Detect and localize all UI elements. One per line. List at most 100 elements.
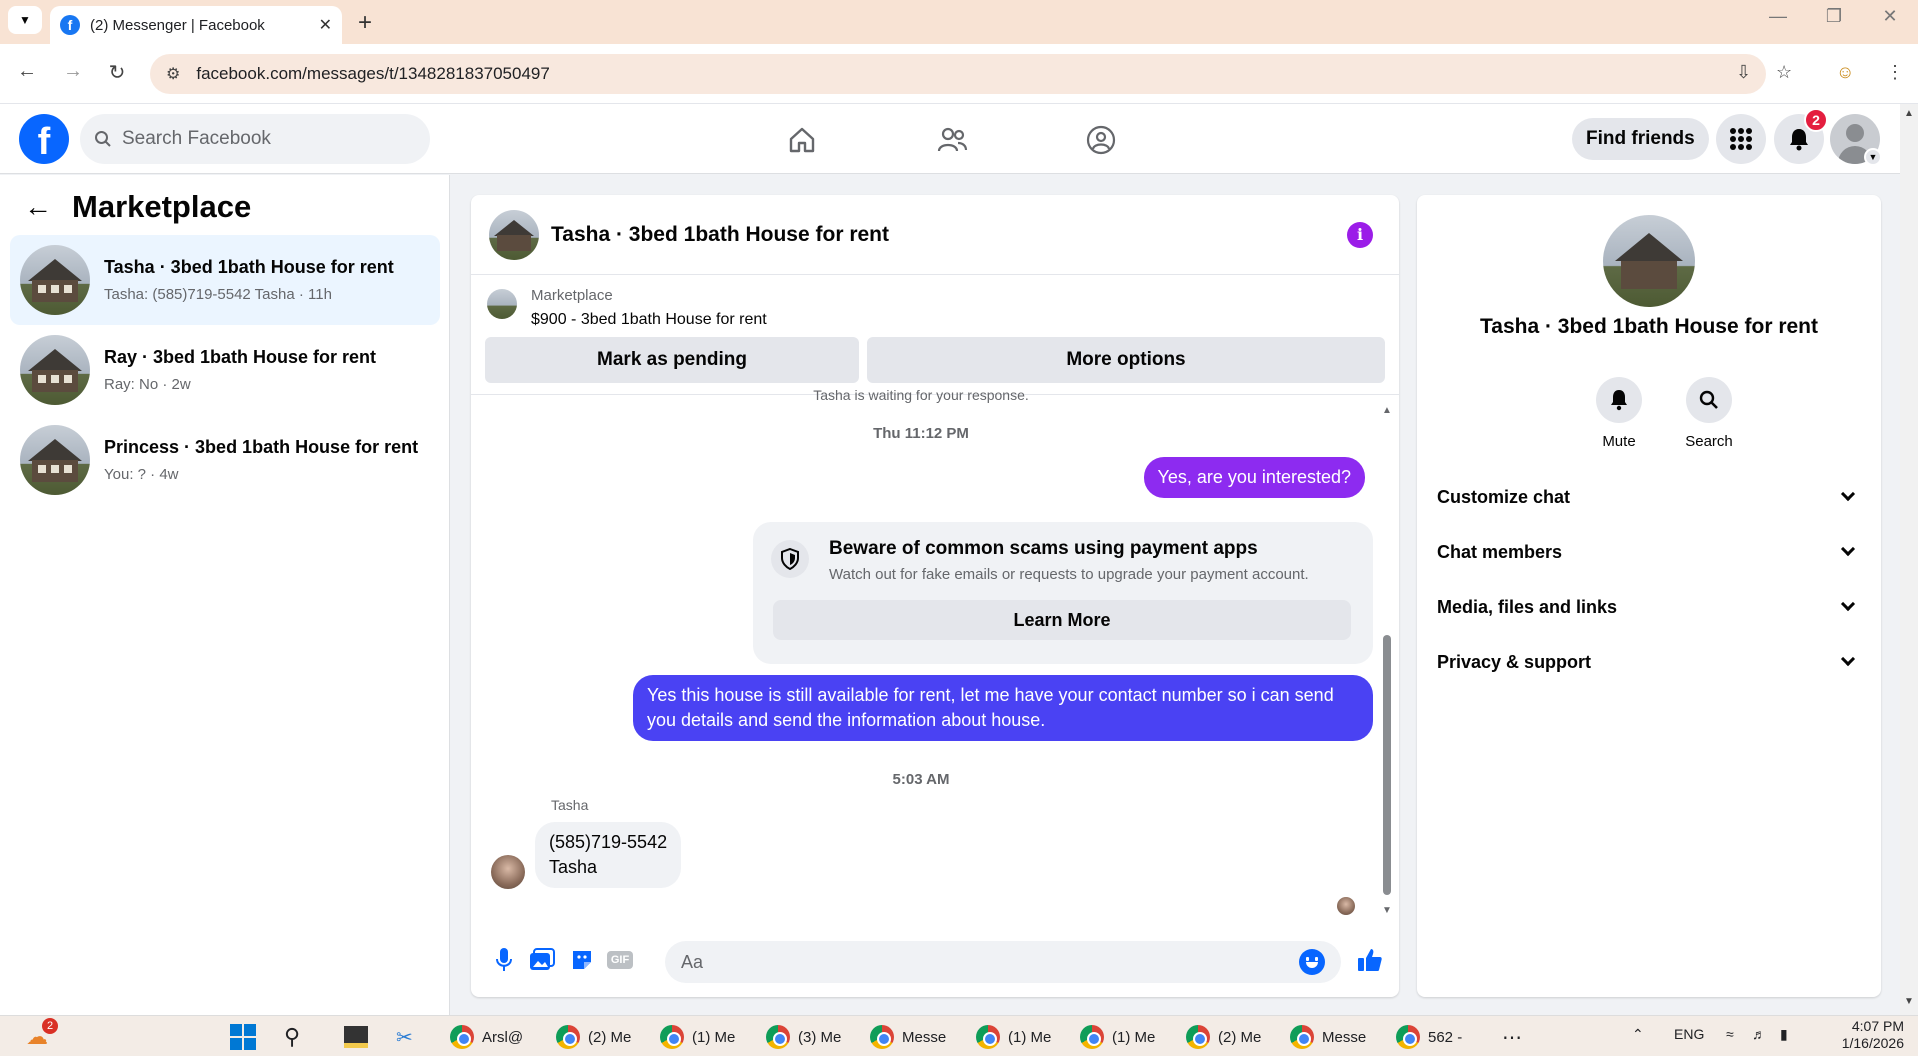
scroll-down-icon[interactable]: ▼: [1904, 996, 1914, 1007]
mute-action[interactable]: Mute: [1584, 377, 1654, 450]
taskbar-app-label: (3) Me: [798, 1028, 842, 1046]
conversation-item[interactable]: Tasha · 3bed 1bath House for rent Tasha:…: [10, 235, 440, 325]
message-scrollbar[interactable]: ▲ ▼: [1381, 405, 1393, 916]
groups-icon[interactable]: [1081, 120, 1121, 160]
new-tab-button[interactable]: +: [350, 8, 380, 38]
file-explorer-icon[interactable]: [344, 1022, 368, 1052]
taskbar-app[interactable]: (1) Me: [976, 1022, 1051, 1052]
facebook-search[interactable]: [80, 114, 430, 164]
chat-members-section[interactable]: Chat members: [1437, 532, 1861, 572]
close-window-button[interactable]: ✕: [1870, 6, 1910, 27]
emoji-icon[interactable]: [1299, 949, 1325, 975]
chrome-icon: [556, 1025, 580, 1049]
chevron-down-icon[interactable]: ▼: [1864, 148, 1882, 166]
tray-chevron-up-icon[interactable]: ⌃: [1632, 1026, 1644, 1043]
bell-icon: [1596, 377, 1642, 423]
search-input[interactable]: [122, 128, 402, 150]
page-scrollbar[interactable]: ▲ ▼: [1900, 104, 1918, 1015]
taskbar-app-label: (2) Me: [1218, 1028, 1262, 1046]
minimize-button[interactable]: —: [1758, 6, 1798, 27]
mark-as-pending-button[interactable]: Mark as pending: [485, 337, 859, 383]
taskbar-app[interactable]: (2) Me: [556, 1022, 631, 1052]
taskbar-app[interactable]: (1) Me: [660, 1022, 735, 1052]
listing-price[interactable]: $900 - 3bed 1bath House for rent: [531, 311, 767, 329]
bookmark-star-icon[interactable]: ☆: [1776, 62, 1792, 83]
browser-tab[interactable]: f (2) Messenger | Facebook ✕: [50, 6, 342, 44]
forward-icon[interactable]: →: [58, 60, 88, 83]
taskbar-app[interactable]: 562 -: [1396, 1022, 1462, 1052]
language-indicator[interactable]: ENG: [1674, 1026, 1704, 1042]
start-button[interactable]: [230, 1022, 256, 1052]
listing-thumbnail[interactable]: [487, 289, 517, 319]
more-apps-icon[interactable]: ⋯: [1502, 1022, 1522, 1052]
bell-icon: [1790, 129, 1808, 151]
learn-more-button[interactable]: Learn More: [773, 600, 1351, 640]
url-bar[interactable]: ⚙ facebook.com/messages/t/13482818370504…: [150, 54, 1766, 94]
weather-badge: 2: [42, 1018, 58, 1034]
chat-title[interactable]: Tasha · 3bed 1bath House for rent: [551, 223, 1347, 247]
scrollbar-thumb[interactable]: [1383, 635, 1391, 895]
thumbs-up-icon[interactable]: [1353, 943, 1387, 977]
conversation-item[interactable]: Ray · 3bed 1bath House for rent Ray: No …: [10, 325, 440, 415]
scroll-up-icon[interactable]: ▲: [1381, 405, 1393, 416]
friends-icon[interactable]: [932, 120, 972, 160]
scroll-down-icon[interactable]: ▼: [1381, 905, 1393, 916]
gif-icon[interactable]: GIF: [603, 943, 637, 977]
incoming-message-line: (585)719-5542: [549, 832, 668, 852]
menu-grid-button[interactable]: [1716, 114, 1766, 164]
clock[interactable]: 4:07 PM 1/16/2026: [1830, 1018, 1904, 1052]
volume-icon[interactable]: ♬: [1752, 1026, 1766, 1042]
taskbar-app-label: (2) Me: [588, 1028, 632, 1046]
taskbar-app[interactable]: (3) Me: [766, 1022, 841, 1052]
chat-panel: Tasha · 3bed 1bath House for rent i Mark…: [471, 195, 1399, 997]
sender-avatar[interactable]: [491, 855, 525, 889]
search-action[interactable]: Search: [1674, 377, 1744, 450]
info-icon[interactable]: i: [1347, 221, 1373, 248]
facebook-logo-icon[interactable]: f: [19, 114, 69, 164]
reload-icon[interactable]: ↻: [102, 60, 132, 85]
weather-widget[interactable]: ☁ 2: [26, 1018, 58, 1052]
close-icon[interactable]: ✕: [319, 15, 332, 35]
back-arrow-icon[interactable]: ←: [24, 191, 52, 223]
message-composer: GIF: [471, 925, 1399, 997]
install-app-icon[interactable]: ⇩: [1736, 62, 1751, 83]
find-friends-button[interactable]: Find friends: [1572, 118, 1709, 160]
outgoing-message[interactable]: Yes this house is still available for re…: [633, 675, 1373, 741]
conversation-item[interactable]: Princess · 3bed 1bath House for rent You…: [10, 415, 440, 505]
back-icon[interactable]: ←: [12, 60, 42, 83]
search-icon: [95, 131, 111, 147]
chat-avatar[interactable]: [489, 209, 539, 260]
restore-button[interactable]: ❐: [1814, 6, 1854, 27]
privacy-support-section[interactable]: Privacy & support: [1437, 642, 1861, 682]
battery-icon[interactable]: ▮: [1780, 1026, 1788, 1043]
site-settings-icon[interactable]: ⚙: [166, 64, 180, 84]
message-input[interactable]: [681, 951, 1299, 973]
chat-avatar-large[interactable]: [1603, 215, 1695, 307]
photo-icon[interactable]: [525, 943, 559, 977]
taskbar-app[interactable]: (1) Me: [1080, 1022, 1155, 1052]
browser-menu-icon[interactable]: ⋮: [1886, 62, 1904, 83]
taskbar-app[interactable]: Messe: [1290, 1022, 1366, 1052]
sticker-icon[interactable]: [565, 943, 599, 977]
conversation-preview: You: ? · 4w: [104, 466, 179, 483]
message-input-box[interactable]: [665, 941, 1341, 983]
customize-chat-section[interactable]: Customize chat: [1437, 477, 1861, 517]
incoming-message[interactable]: (585)719-5542 Tasha: [535, 822, 682, 888]
profile-icon[interactable]: ☺: [1836, 62, 1854, 83]
section-label: Privacy & support: [1437, 651, 1592, 672]
microphone-icon[interactable]: [487, 943, 521, 977]
more-options-button[interactable]: More options: [867, 337, 1385, 383]
wifi-icon[interactable]: ≈: [1726, 1026, 1734, 1042]
scroll-up-icon[interactable]: ▲: [1904, 108, 1914, 119]
browser-tab-bar: ▼ f (2) Messenger | Facebook ✕ + — ❐ ✕: [0, 0, 1918, 44]
tab-list-button[interactable]: ▼: [8, 6, 42, 34]
media-files-links-section[interactable]: Media, files and links: [1437, 587, 1861, 627]
taskbar-app[interactable]: (2) Me: [1186, 1022, 1261, 1052]
search-icon[interactable]: ⚲: [284, 1022, 300, 1052]
snipping-tool-icon[interactable]: ✂: [396, 1022, 413, 1052]
section-label: Customize chat: [1437, 486, 1571, 507]
taskbar-app[interactable]: Arsl@: [450, 1022, 523, 1052]
home-icon[interactable]: [782, 120, 822, 160]
taskbar-app[interactable]: Messe: [870, 1022, 946, 1052]
outgoing-message[interactable]: Yes, are you interested?: [1143, 457, 1365, 498]
